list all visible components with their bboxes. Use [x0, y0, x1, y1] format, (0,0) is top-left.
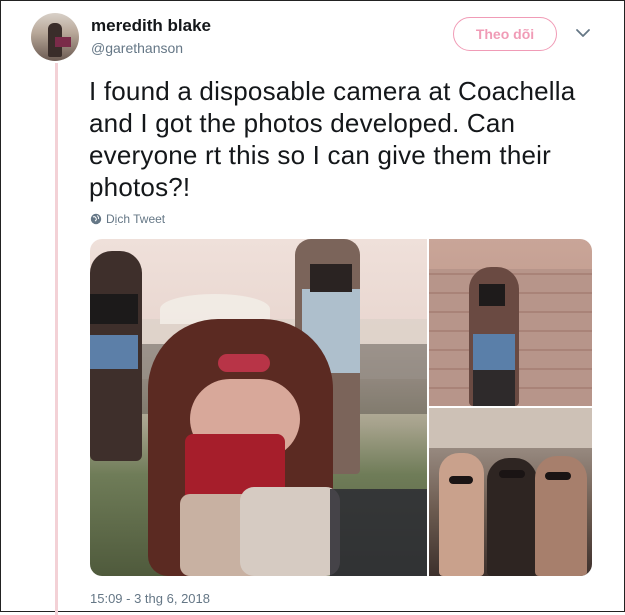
translate-label: Dịch Tweet [106, 212, 166, 226]
tweet-card: meredith blake @garethanson Theo dõi I f… [0, 0, 625, 615]
author-handle[interactable]: @garethanson [91, 40, 183, 56]
photo-bottom-right[interactable] [429, 408, 592, 576]
author-name[interactable]: meredith blake [91, 16, 211, 36]
globe-icon [90, 213, 102, 225]
translate-tweet-link[interactable]: Dịch Tweet [90, 212, 165, 226]
tweet-text: I found a disposable camera at Coachella… [89, 76, 576, 202]
tweet-timestamp[interactable]: 15:09 - 3 thg 6, 2018 [90, 591, 210, 606]
avatar[interactable] [31, 13, 79, 61]
chevron-down-icon[interactable] [575, 27, 591, 39]
photo-top-right[interactable] [429, 239, 592, 406]
thread-line [55, 63, 58, 615]
follow-button[interactable]: Theo dõi [453, 17, 557, 51]
media-grid [90, 239, 592, 576]
photo-main[interactable] [90, 239, 427, 576]
